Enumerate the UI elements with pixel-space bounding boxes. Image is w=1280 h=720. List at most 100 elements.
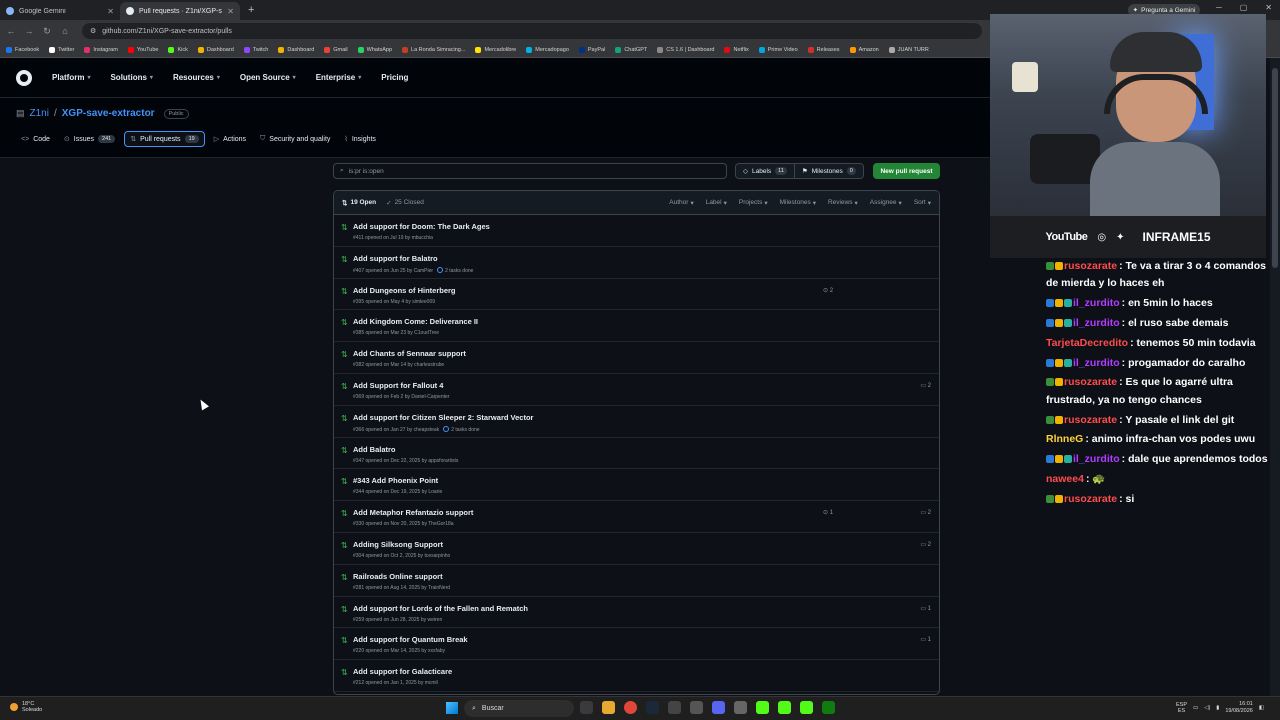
bookmark-item[interactable]: JUAN TURR [888, 46, 929, 53]
tab-code[interactable]: <> Code [16, 133, 55, 146]
pr-row[interactable]: ⇅ #343 Add Phoenix Point #344 opened on De… [334, 469, 939, 502]
pr-title-link[interactable]: Add Balatro [353, 445, 396, 454]
bookmark-item[interactable]: ChatGPT [615, 46, 647, 53]
pr-row[interactable]: ⇅ Add support for Balatro #407 opened on J… [334, 247, 939, 279]
browser-tab-gemini[interactable]: Google Gemini ✕ [0, 2, 120, 20]
pr-title-link[interactable]: Add support for Doom: The Dark Ages [353, 222, 490, 231]
pr-title-link[interactable]: Add support for Galacticare [353, 667, 452, 676]
file-explorer-icon[interactable] [602, 701, 615, 714]
scrollbar-thumb[interactable] [1272, 68, 1278, 268]
pr-title-link[interactable]: Add Support for Fallout 4 [353, 381, 443, 390]
weather-widget[interactable]: 18°C Soleado [10, 701, 42, 713]
xbox-icon[interactable] [822, 701, 835, 714]
pr-title-link[interactable]: Add Kingdom Come: Deliverance II [353, 317, 478, 326]
network-icon[interactable]: ▭ [1193, 705, 1198, 711]
pr-row[interactable]: ⇅ Add Dungeons of Hinterberg #395 opened o… [334, 279, 939, 311]
new-tab-icon[interactable]: + [240, 2, 262, 20]
close-tab-icon[interactable]: ✕ [227, 7, 234, 16]
bookmark-item[interactable]: Amazon [849, 46, 879, 53]
filter-reviews[interactable]: Reviews ▾ [828, 199, 858, 207]
kick-icon[interactable] [800, 701, 813, 714]
pr-row[interactable]: ⇅ Add Kingdom Come: Deliverance II #385 op… [334, 310, 939, 343]
milestones-button[interactable]: ⚑ Milestones 0 [793, 164, 863, 178]
steam-icon[interactable] [646, 701, 659, 714]
bookmark-item[interactable]: PayPal [578, 46, 605, 53]
home-icon[interactable]: ⌂ [60, 26, 70, 36]
tab-issues[interactable]: ⊙ Issues 241 [59, 132, 120, 146]
bookmark-item[interactable]: Twitch [243, 46, 268, 53]
filter-label[interactable]: Label ▾ [706, 199, 727, 207]
taskbar-search[interactable]: ⌕ Buscar [464, 700, 574, 717]
pr-title-link[interactable]: Add support for Lords of the Fallen and … [353, 604, 528, 613]
bookmark-item[interactable]: Twitter [49, 46, 74, 53]
linked-issues[interactable]: ⊙ 2 [823, 287, 833, 294]
pr-search-field[interactable]: ⌕ [333, 163, 727, 179]
pr-row[interactable]: ⇅ Add support for Doom: The Dark Ages #411… [334, 215, 939, 247]
repo-name-link[interactable]: XGP-save-extractor [62, 108, 155, 119]
browser-tab-pull-requests[interactable]: Pull requests · Z1ni/XGP-save-... ✕ [120, 2, 240, 20]
site-info-icon[interactable]: ⚙ [90, 27, 96, 35]
forward-icon[interactable]: → [24, 26, 34, 36]
github-logo-icon[interactable] [16, 69, 32, 86]
bookmark-item[interactable]: Instagram [84, 46, 118, 53]
close-window-icon[interactable]: ✕ [1265, 3, 1272, 12]
bookmark-item[interactable]: Dashboard [197, 46, 234, 53]
new-pull-request-button[interactable]: New pull request [873, 163, 940, 179]
comments-link[interactable]: ▭ 2 [920, 382, 931, 389]
start-button-icon[interactable] [446, 702, 458, 714]
close-tab-icon[interactable]: ✕ [107, 7, 114, 16]
volume-icon[interactable]: ◁) [1204, 705, 1210, 711]
kick-icon[interactable] [756, 701, 769, 714]
tab-insights[interactable]: ⌇ Insights [339, 132, 381, 146]
reload-icon[interactable]: ↻ [42, 26, 52, 37]
bookmark-item[interactable]: CS 1.6 | Dashboard [657, 46, 714, 53]
maximize-icon[interactable]: ▢ [1240, 3, 1248, 12]
filter-milestones[interactable]: Milestones ▾ [780, 199, 816, 207]
pr-title-link[interactable]: Add support for Citizen Sleeper 2: Starw… [353, 413, 533, 422]
bookmark-item[interactable]: Kick [168, 46, 188, 53]
pr-row[interactable]: ⇅ Adding Silksong Support #304 opened on O… [334, 533, 939, 565]
page-scrollbar[interactable] [1270, 58, 1280, 696]
pr-row[interactable]: ⇅ Add Metaphor Refantazio support #330 ope… [334, 501, 939, 533]
nav-resources[interactable]: Resources ▾ [173, 73, 220, 82]
linked-issues[interactable]: ⊙ 1 [823, 509, 833, 516]
discord-icon[interactable] [712, 701, 725, 714]
battery-icon[interactable]: ▮ [1216, 705, 1219, 711]
comments-link[interactable]: ▭ 1 [920, 605, 931, 612]
bookmark-item[interactable]: Dashboard [278, 46, 314, 53]
bookmark-item[interactable]: Gmail [324, 46, 348, 53]
pr-search-input[interactable] [348, 167, 709, 175]
bookmark-item[interactable]: Prime Video [758, 46, 798, 53]
back-icon[interactable]: ← [6, 26, 16, 36]
labels-button[interactable]: ◇ Labels 11 [736, 164, 794, 178]
tab-pull-requests[interactable]: ⇅ Pull requests 19 [124, 131, 205, 147]
filter-sort[interactable]: Sort ▾ [914, 199, 931, 207]
nav-pricing[interactable]: Pricing [381, 73, 408, 82]
nav-enterprise[interactable]: Enterprise ▾ [316, 73, 362, 82]
pr-row[interactable]: ⇅ Add Balatro #347 opened on Dec 22, 2025 … [334, 438, 939, 470]
pr-title-link[interactable]: Add support for Balatro [353, 254, 438, 263]
filter-assignee[interactable]: Assignee ▾ [870, 199, 902, 207]
comments-link[interactable]: ▭ 1 [920, 636, 931, 643]
filter-author[interactable]: Author ▾ [669, 199, 693, 207]
clock[interactable]: 16:01 19/08/2026 [1225, 701, 1253, 714]
nav-platform[interactable]: Platform ▾ [52, 73, 90, 82]
bookmark-item[interactable]: Facebook [6, 46, 39, 53]
filter-projects[interactable]: Projects ▾ [739, 199, 768, 207]
tab-actions[interactable]: ▷ Actions [209, 132, 251, 146]
notification-icon[interactable]: ◧ [1259, 705, 1264, 711]
url-bar[interactable]: ⚙ github.com/Z1ni/XGP-save-extractor/pul… [82, 23, 982, 39]
pr-title-link[interactable]: #343 Add Phoenix Point [353, 476, 438, 485]
comments-link[interactable]: ▭ 2 [920, 509, 931, 516]
comments-link[interactable]: ▭ 2 [920, 541, 931, 548]
bookmark-item[interactable]: Mercadolibre [475, 46, 516, 53]
chrome-icon[interactable] [624, 701, 637, 714]
pr-title-link[interactable]: Add Dungeons of Hinterberg [353, 286, 456, 295]
pr-row[interactable]: ⇅ Add support for Citizen Sleeper 2: Star… [334, 406, 939, 438]
pr-title-link[interactable]: Railroads Online support [353, 572, 443, 581]
pr-row[interactable]: ⇅ Add support for Galacticare #212 opened … [334, 660, 939, 692]
bookmark-item[interactable]: Netflix [724, 46, 749, 53]
calculator-icon[interactable] [734, 701, 747, 714]
pr-title-link[interactable]: Add support for Quantum Break [353, 635, 468, 644]
pr-row[interactable]: ⇅ Railroads Online support #281 opened on … [334, 565, 939, 597]
